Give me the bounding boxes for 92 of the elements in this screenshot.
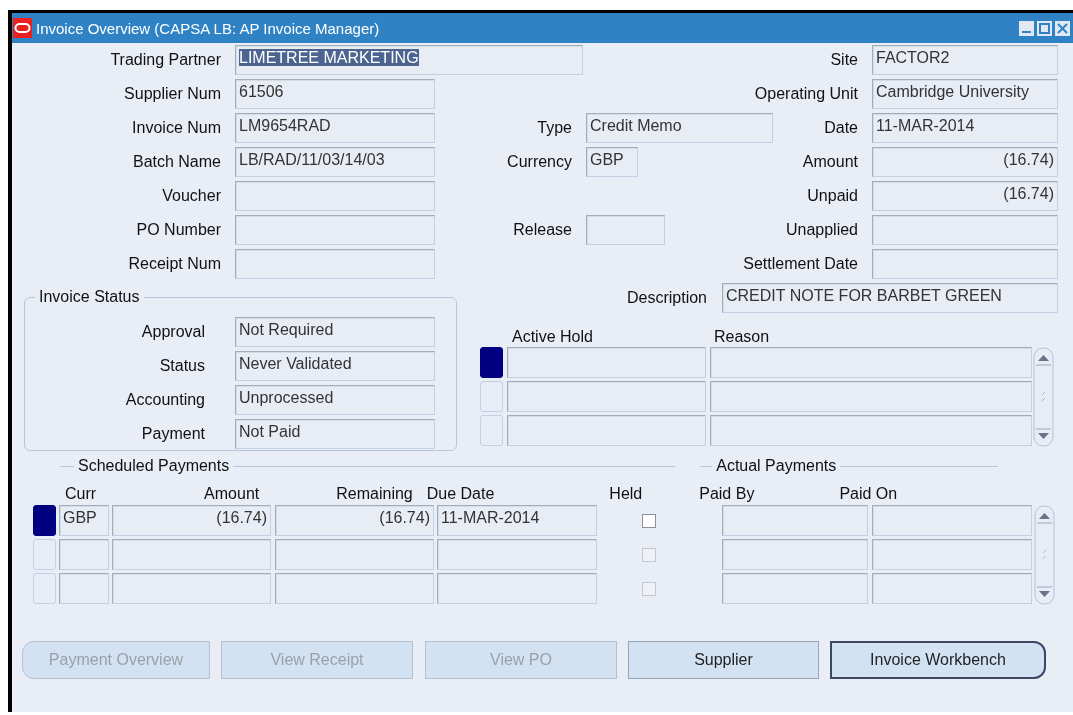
text-field[interactable] (507, 381, 706, 412)
text-field[interactable] (872, 573, 1032, 604)
column-header: Paid By (699, 485, 755, 503)
field-label: Status (158, 357, 205, 375)
column-header: Due Date (426, 485, 495, 503)
text-field[interactable]: (16.74) (112, 505, 271, 536)
checkbox[interactable] (641, 513, 656, 528)
text-field[interactable] (59, 539, 109, 570)
text-field[interactable]: Credit Memo (586, 113, 773, 143)
column-header: Reason (714, 328, 770, 346)
text-field[interactable] (507, 415, 706, 446)
maximize-icon[interactable] (1037, 20, 1052, 36)
text-field[interactable] (722, 539, 868, 570)
text-field[interactable]: (16.74) (275, 505, 434, 536)
row-selector[interactable] (480, 347, 503, 378)
text-field[interactable]: (16.74) (872, 147, 1058, 177)
ring-icon (13, 18, 32, 38)
section-title: Actual Payments (715, 457, 838, 475)
column-header: Remaining (336, 485, 413, 503)
field-label: Voucher (161, 187, 222, 205)
field-label: Receipt Num (127, 255, 222, 273)
field-label: Supplier Num (123, 85, 222, 103)
field-label: Batch Name (131, 153, 222, 171)
text-field[interactable] (59, 573, 109, 604)
column-header: Amount (204, 485, 260, 503)
field-label: Approval (140, 323, 205, 341)
text-field[interactable] (586, 215, 665, 245)
text-field[interactable]: LM9654RAD (235, 113, 435, 143)
text-field[interactable]: Not Paid (235, 419, 435, 449)
minimize-icon[interactable] (1019, 20, 1034, 36)
text-field[interactable]: CREDIT NOTE FOR BARBET GREEN (722, 283, 1058, 313)
group-title: Invoice Status (38, 288, 141, 306)
text-field[interactable] (872, 505, 1032, 536)
section-title: Scheduled Payments (77, 457, 231, 475)
text-field[interactable]: Unprocessed (235, 385, 435, 415)
text-field[interactable]: LIMETREE MARKETING (235, 45, 583, 75)
window-title: Invoice Overview (CAPSA LB: AP Invoice Manager) (36, 19, 380, 37)
text-field[interactable]: 11-MAR-2014 (872, 113, 1058, 143)
text-field[interactable] (872, 249, 1058, 279)
field-label: Date (823, 119, 859, 137)
text-field[interactable] (235, 249, 435, 279)
field-label: Unpaid (806, 187, 859, 205)
text-field[interactable] (872, 215, 1058, 245)
text-field[interactable]: Not Required (235, 317, 435, 347)
text-field[interactable]: GBP (586, 147, 638, 177)
row-selector[interactable] (33, 505, 56, 536)
field-label: Site (829, 51, 859, 69)
field-label: Unapplied (784, 221, 859, 239)
text-field[interactable] (275, 539, 434, 570)
text-field[interactable] (710, 381, 1032, 412)
text-field[interactable] (710, 415, 1032, 446)
field-label: Release (512, 221, 573, 239)
field-label: Trading Partner (109, 51, 222, 69)
field-label: Description (625, 289, 707, 307)
text-field[interactable]: GBP (59, 505, 109, 536)
close-icon[interactable] (1055, 20, 1070, 36)
text-field[interactable]: FACTOR2 (872, 45, 1058, 75)
text-field[interactable] (722, 573, 868, 604)
field-label: PO Number (135, 221, 222, 239)
text-field[interactable]: Never Validated (235, 351, 435, 381)
text-field[interactable] (235, 215, 435, 245)
field-label: Invoice Num (131, 119, 222, 137)
text-field[interactable] (872, 539, 1032, 570)
text-field[interactable] (437, 573, 597, 604)
field-label: Amount (801, 153, 859, 171)
column-header: Held (609, 485, 643, 503)
text-field[interactable] (112, 539, 271, 570)
scroll-bar[interactable] (1033, 347, 1054, 447)
text-field[interactable]: (16.74) (872, 181, 1058, 211)
column-header: Active Hold (512, 328, 594, 346)
text-field[interactable] (722, 505, 868, 536)
field-label: Operating Unit (753, 85, 859, 103)
field-label: Settlement Date (742, 255, 859, 273)
text-field[interactable] (235, 181, 435, 211)
column-header: Paid On (839, 485, 898, 503)
text-field[interactable] (710, 347, 1032, 378)
text-field[interactable] (507, 347, 706, 378)
text-field[interactable]: LB/RAD/11/03/14/03 (235, 147, 435, 177)
field-label: Currency (506, 153, 573, 171)
text-field[interactable] (437, 539, 597, 570)
text-field[interactable] (112, 573, 271, 604)
button[interactable]: Supplier (628, 641, 819, 679)
field-label: Type (536, 119, 573, 137)
text-field[interactable]: 61506 (235, 79, 435, 109)
text-field[interactable]: 11-MAR-2014 (437, 505, 597, 536)
text-field[interactable]: Cambridge University (872, 79, 1058, 109)
field-label: Payment (140, 425, 205, 443)
scroll-bar[interactable] (1034, 505, 1055, 605)
column-header: Curr (65, 485, 97, 503)
field-label: Accounting (124, 391, 205, 409)
text-field[interactable] (275, 573, 434, 604)
button[interactable]: Invoice Workbench (830, 641, 1046, 679)
